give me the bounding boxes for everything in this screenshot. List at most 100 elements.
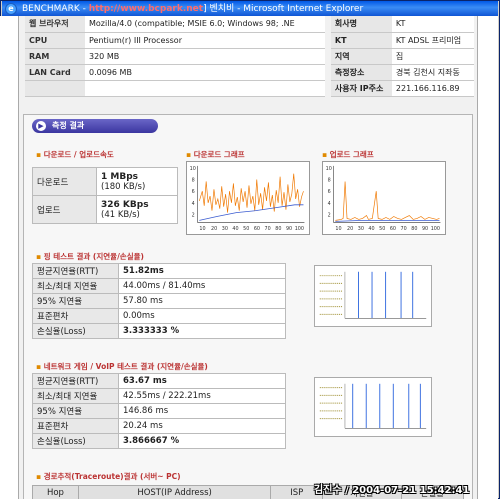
system-info-key: CPU — [25, 32, 85, 49]
voip-title-text: 네트워크 게임 / VoIP 테스트 결과 (지연율/손실율) — [43, 362, 208, 371]
system-info-key: 측정장소 — [324, 64, 392, 81]
voip-table: 평균지연율(RTT) 63.67 ms 최소/최대 지연율 42.55ms / 222… — [32, 373, 286, 449]
title-bar[interactable]: e BENCHMARK - http://www.bcpark.net] 벤치비… — [2, 1, 498, 17]
voip-value: 63.67 ms — [118, 373, 286, 389]
download-sub: (180 KB/s) — [101, 181, 146, 192]
svg-text:40: 40 — [368, 226, 374, 232]
voip-key: 평균지연율(RTT) — [32, 373, 119, 389]
system-info-key: 사용자 IP주소 — [324, 80, 392, 97]
upload-label: 업로드 — [32, 195, 97, 224]
ping-value: 0.00ms — [118, 308, 286, 324]
voip-value: 3.866667 % — [118, 433, 286, 449]
system-info-row: 웹 브라우저 Mozilla/4.0 (compatible; MSIE 6.0;… — [25, 16, 474, 33]
system-info-value: Pentium(r) III Processor — [85, 32, 328, 49]
trace-header: HOST(IP Address) — [77, 485, 272, 499]
system-info-table: 웹 브라우저 Mozilla/4.0 (compatible; MSIE 6.0;… — [25, 16, 474, 97]
svg-text:20: 20 — [211, 226, 217, 232]
svg-text:30: 30 — [222, 226, 228, 232]
ping-key: 표준편차 — [32, 308, 119, 324]
voip-value: 20.24 ms — [118, 418, 286, 434]
bullet-icon: ▪ — [36, 150, 44, 159]
speed-table: 다운로드 1 MBps (180 KB/s) 업로드 326 KBps (41 KB… — [32, 167, 178, 224]
svg-text:2: 2 — [192, 212, 195, 218]
bullet-icon: ▪ — [36, 472, 44, 481]
system-info-key: LAN Card — [25, 64, 85, 81]
svg-text:50: 50 — [379, 226, 385, 232]
svg-text:70: 70 — [401, 226, 407, 232]
voip-row: 최소/최대 지연율 42.55ms / 222.21ms — [32, 388, 286, 404]
upload-value: 326 KBps (41 KB/s) — [96, 195, 178, 224]
bullet-icon: ▪ — [322, 150, 330, 159]
svg-text:10: 10 — [326, 166, 332, 172]
voip-row: 95% 지연율 146.86 ms — [32, 403, 286, 419]
svg-text:70: 70 — [265, 226, 271, 232]
voip-graph — [314, 377, 432, 437]
ping-key: 최소/최대 지연율 — [32, 278, 119, 294]
result-section: ▶ 측정 결과 ▪ 다운로드 / 업로드속도 ▪ 다운로드 그래프 ▪ 업로드 그… — [23, 114, 473, 499]
system-info-row: CPU Pentium(r) III Processor KT KT ADSL 프리미… — [25, 32, 474, 49]
ping-key: 95% 지연율 — [32, 293, 119, 309]
speed-title-text: 다운로드 / 업로드속도 — [43, 150, 114, 159]
svg-text:10: 10 — [190, 166, 196, 172]
title-prefix: BENCHMARK - — [22, 4, 89, 14]
voip-row: 평균지연율(RTT) 63.67 ms — [32, 373, 286, 389]
svg-text:40: 40 — [232, 226, 238, 232]
ping-graph — [314, 265, 432, 327]
svg-text:10: 10 — [335, 226, 341, 232]
ping-title: ▪ 핑 테스트 결과 (지연율/손실율) — [36, 251, 144, 262]
ping-title-text: 핑 테스트 결과 (지연율/손실율) — [43, 252, 144, 261]
voip-row: 손실율(Loss) 3.866667 % — [32, 433, 286, 449]
upload-sub: (41 KB/s) — [101, 209, 140, 220]
svg-text:80: 80 — [275, 226, 281, 232]
download-graph: 10 8 6 4 2 10 20 30 40 50 60 70 80 90 100 — [186, 161, 310, 235]
voip-row: 표준편차 20.24 ms — [32, 418, 286, 434]
system-info-value: 221.166.116.89 — [391, 80, 474, 97]
trace-header: Hop — [32, 485, 79, 499]
system-info-row: LAN Card 0.0096 MB 측정장소 경북 김천시 지좌동 — [25, 64, 474, 81]
system-info-row: 사용자 IP주소 221.166.116.89 — [25, 80, 474, 97]
ping-value: 3.333333 % — [118, 323, 286, 339]
ping-value: 51.82ms — [118, 263, 286, 279]
system-info-key: KT — [324, 32, 392, 49]
ping-table: 평균지연율(RTT) 51.82ms 최소/최대 지연율 44.00ms / 81.4… — [32, 263, 286, 339]
svg-text:8: 8 — [192, 177, 195, 183]
voip-key: 최소/최대 지연율 — [32, 388, 119, 404]
voip-value: 42.55ms / 222.21ms — [118, 388, 286, 404]
svg-text:8: 8 — [328, 177, 331, 183]
svg-text:2: 2 — [328, 212, 331, 218]
result-header: ▶ 측정 결과 — [32, 119, 158, 133]
system-info-value — [85, 80, 328, 97]
download-graph-title: ▪ 다운로드 그래프 — [186, 149, 245, 160]
system-info-value: 집 — [391, 48, 474, 65]
system-info-key: RAM — [25, 48, 85, 65]
bullet-icon: ▪ — [36, 362, 44, 371]
left-gutter — [0, 16, 18, 499]
voip-key: 표준편차 — [32, 418, 119, 434]
svg-text:50: 50 — [243, 226, 249, 232]
ping-row: 평균지연율(RTT) 51.82ms — [32, 263, 286, 279]
system-info-value: KT ADSL 프리미엄 — [391, 32, 474, 49]
system-info-row: RAM 320 MB 지역 집 — [25, 48, 474, 65]
ie-icon: e — [5, 3, 17, 15]
svg-text:30: 30 — [358, 226, 364, 232]
page-content: 웹 브라우저 Mozilla/4.0 (compatible; MSIE 6.0;… — [18, 16, 478, 499]
result-label: 측정 결과 — [52, 121, 85, 130]
voip-value: 146.86 ms — [118, 403, 286, 419]
download-main: 1 MBps — [101, 171, 139, 182]
trace-title-text: 경로추적(Traceroute)결과 (서버~ PC) — [43, 472, 181, 481]
upload-graph-title-text: 업로드 그래프 — [329, 150, 374, 159]
svg-text:20: 20 — [347, 226, 353, 232]
svg-text:100: 100 — [431, 226, 440, 232]
system-info-key — [25, 80, 85, 97]
download-value: 1 MBps (180 KB/s) — [96, 167, 178, 196]
svg-text:10: 10 — [199, 226, 205, 232]
system-info-value: 경북 김천시 지좌동 — [391, 64, 474, 81]
system-info-key: 회사명 — [324, 16, 392, 33]
svg-text:6: 6 — [192, 189, 195, 195]
svg-text:60: 60 — [390, 226, 396, 232]
voip-key: 95% 지연율 — [32, 403, 119, 419]
svg-text:4: 4 — [328, 201, 331, 207]
arrow-icon: ▶ — [36, 121, 46, 131]
system-info-value: 0.0096 MB — [85, 64, 328, 81]
right-gutter — [478, 16, 498, 499]
